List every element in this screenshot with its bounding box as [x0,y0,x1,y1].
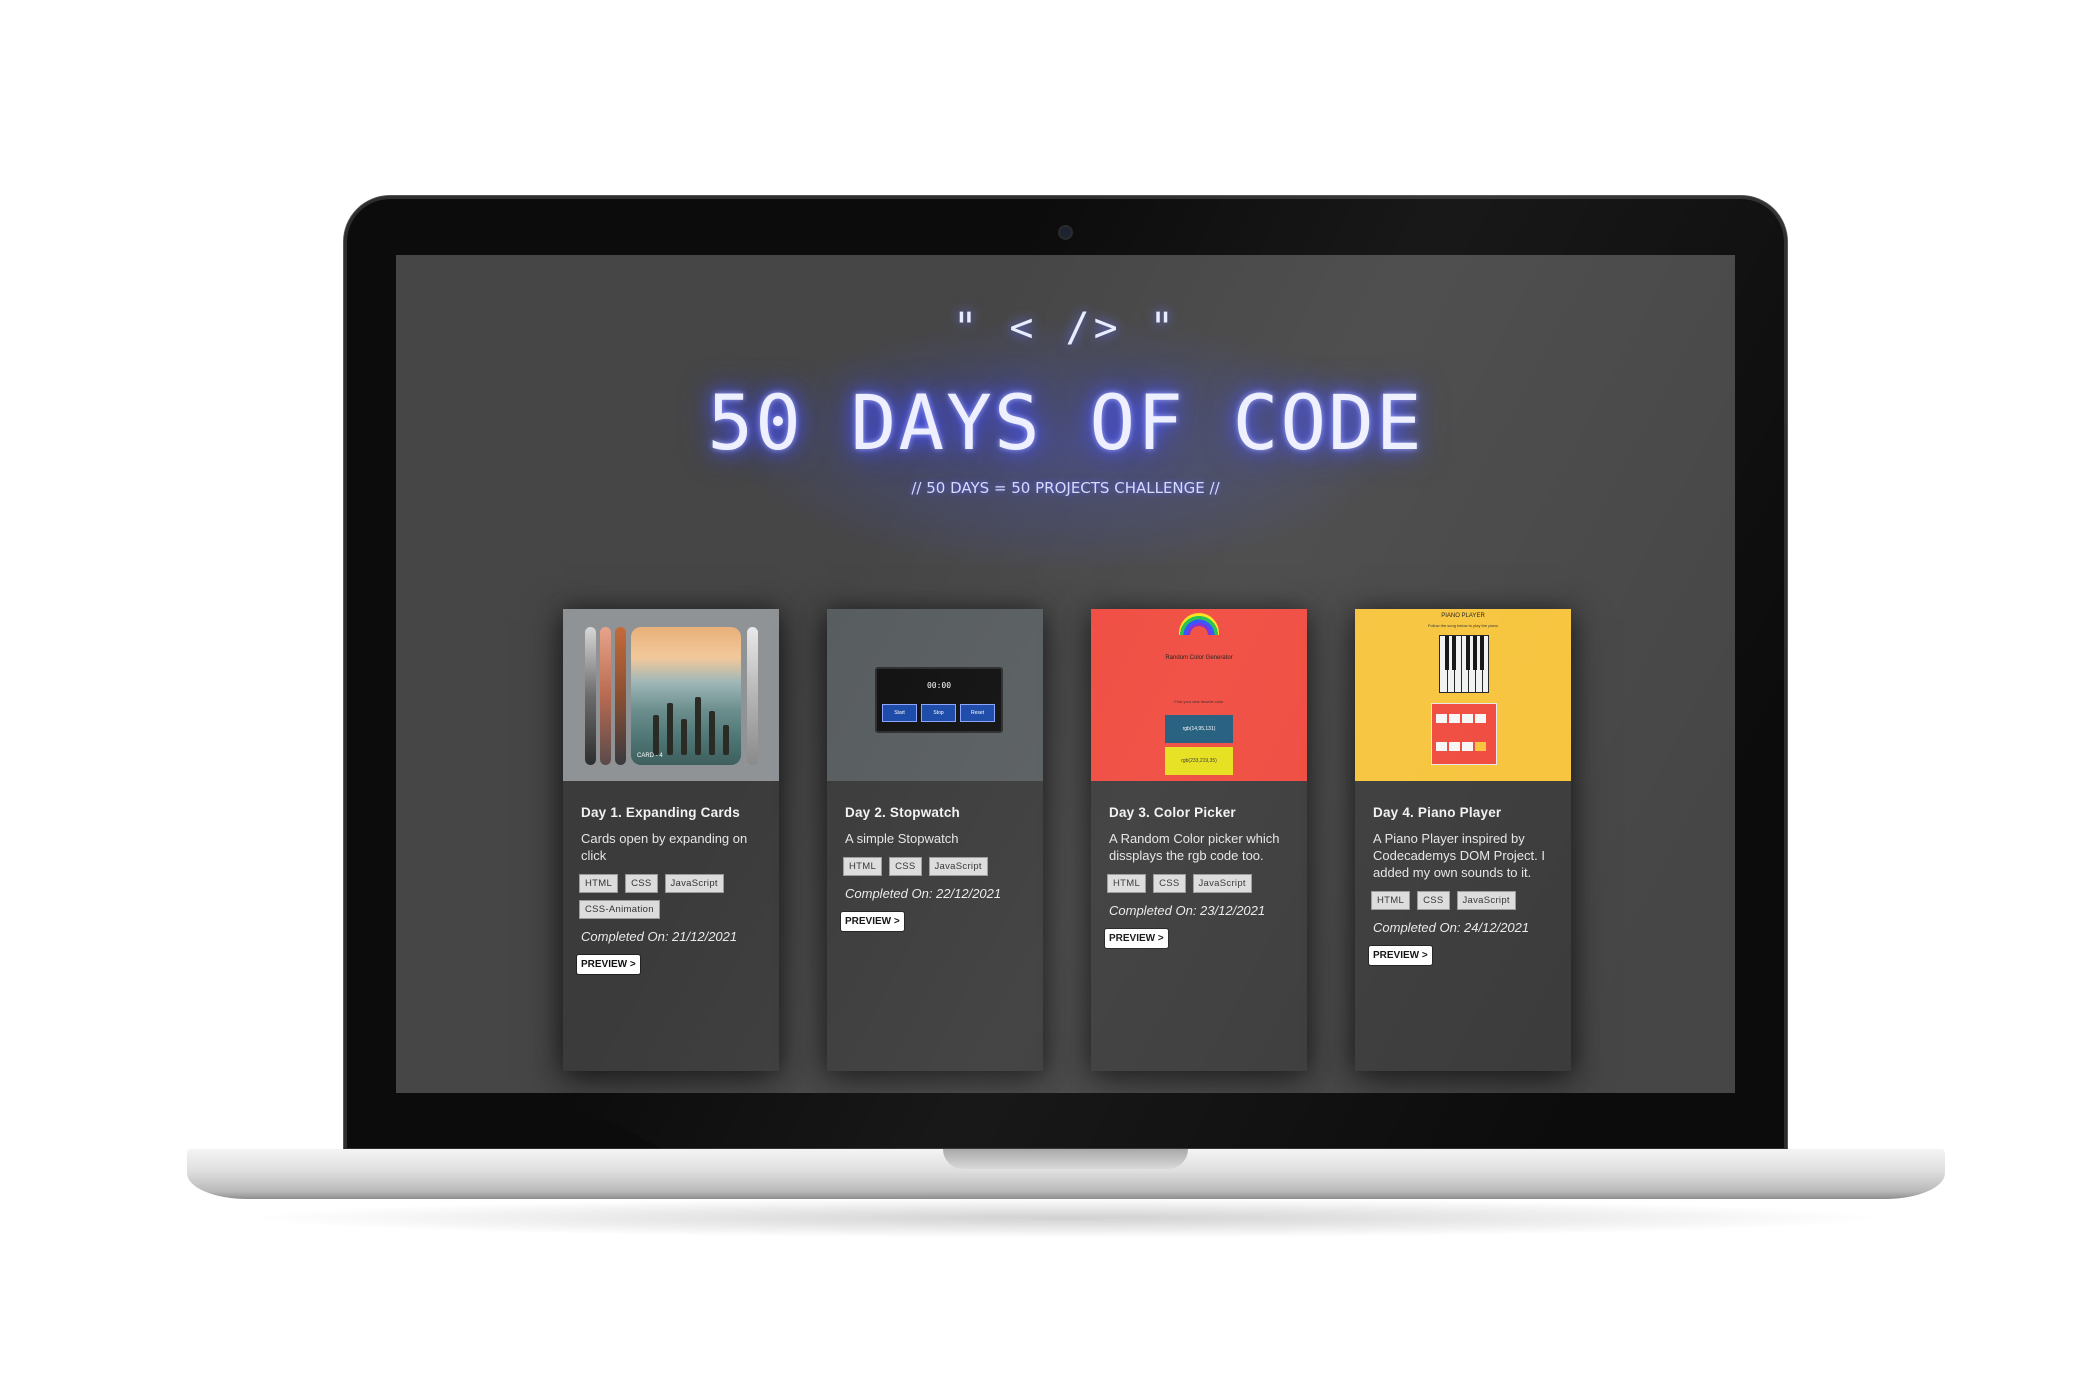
laptop-shadow [240,1198,1890,1238]
card-description: A Random Color picker which dissplays th… [1109,831,1280,863]
card-title: Day 4. Piano Player [1373,805,1502,820]
preview-button[interactable]: PREVIEW > [1368,945,1433,966]
project-card-day-1: CARD - 4 Day 1. Expanding Cards Cards op… [563,609,779,1071]
stopwatch-panel: 00:00 Start Stop Reset [875,667,1003,733]
project-card-day-3: Random Color Generator Find your new fav… [1091,609,1307,1071]
completed-date: Completed On: 23/12/2021 [1109,903,1266,918]
completed-date: Completed On: 24/12/2021 [1373,920,1530,935]
tag: HTML [1371,891,1411,910]
color-swatch: rgb(233,219,35) [1165,747,1233,775]
tech-tags: HTML CSS JavaScript [1371,891,1555,910]
tag: HTML [1107,874,1147,893]
preview-button[interactable]: PREVIEW > [576,954,641,975]
laptop-screen: " < /> " 50 DAYS OF CODE // 50 DAYS = 50… [396,255,1735,1093]
tag: JavaScript [664,874,724,893]
card-strip [600,627,611,765]
project-card-day-2: 00:00 Start Stop Reset Day 2. Stopwatch … [827,609,1043,1071]
stop-button: Stop [921,704,956,722]
card-strip [747,627,758,765]
card-title: Day 1. Expanding Cards [581,805,740,820]
completed-date: Completed On: 21/12/2021 [581,929,738,944]
tag: JavaScript [928,857,988,876]
thumb-hint: Follow the song below to play the piano [1427,623,1499,628]
code-symbol: " < /> " [953,305,1178,351]
card-strip [615,627,626,765]
card-title: Day 2. Stopwatch [845,805,960,820]
thumb-heading: PIANO PLAYER [1441,613,1485,619]
tag: CSS [1417,891,1450,910]
tag: CSS-Animation [579,900,660,919]
thumbnail-expanding-cards: CARD - 4 [563,609,779,781]
thumb-hint: Find your new favorite color [1174,699,1224,704]
card-title: Day 3. Color Picker [1109,805,1236,820]
card-description: A Piano Player inspired by Codecademys D… [1373,831,1545,880]
tag: HTML [579,874,619,893]
completed-date: Completed On: 22/12/2021 [845,886,1002,901]
tag: JavaScript [1192,874,1252,893]
thumbnail-piano-player: PIANO PLAYER Follow the song below to pl… [1355,609,1571,781]
tag: CSS [889,857,922,876]
tag: JavaScript [1456,891,1516,910]
expanded-card-image: CARD - 4 [631,627,741,765]
page-subtitle: // 50 DAYS = 50 PROJECTS CHALLENGE // [911,479,1220,497]
page-title: 50 DAYS OF CODE [707,378,1424,467]
preview-button[interactable]: PREVIEW > [840,911,905,932]
thumb-heading: Random Color Generator [1165,655,1233,661]
preview-button[interactable]: PREVIEW > [1104,928,1169,949]
card-description: A simple Stopwatch [845,831,959,846]
reset-button: Reset [960,704,995,722]
song-lyrics-panel [1431,703,1497,765]
card-strip [585,627,596,765]
tag: HTML [843,857,883,876]
thumbnail-color-picker: Random Color Generator Find your new fav… [1091,609,1307,781]
color-swatch: rgb(14,95,131) [1165,715,1233,743]
stopwatch-time: 00:00 [926,681,952,690]
webcam-icon [1060,227,1071,238]
tag: CSS [1153,874,1186,893]
project-cards: CARD - 4 Day 1. Expanding Cards Cards op… [563,609,1583,1074]
laptop-hinge-notch [943,1149,1188,1169]
tech-tags: HTML CSS JavaScript [1107,874,1291,893]
tech-tags: HTML CSS JavaScript [843,857,1027,876]
card-description: Cards open by expanding on click [581,831,748,863]
thumb-caption: CARD - 4 [637,753,663,759]
start-button: Start [882,704,917,722]
project-card-day-4: PIANO PLAYER Follow the song below to pl… [1355,609,1571,1071]
piano-keys-icon [1439,635,1489,693]
rainbow-icon [1179,613,1219,635]
thumbnail-stopwatch: 00:00 Start Stop Reset [827,609,1043,781]
tag: CSS [625,874,658,893]
tech-tags: HTML CSS JavaScript CSS-Animation [579,874,763,919]
